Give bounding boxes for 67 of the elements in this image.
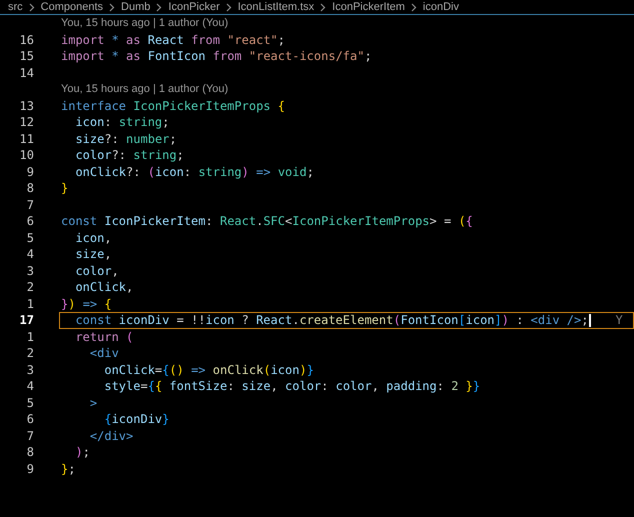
line-number: 4 [26,247,34,262]
code-line: size?: number; [74,132,177,146]
line-number: 7 [26,428,34,443]
code-line: size, [74,247,112,262]
line-number: 9 [26,164,34,179]
line-number: 9 [26,462,34,476]
line-number: 5 [26,396,34,410]
code-line: }) => { [61,296,112,311]
breadcrumb-item[interactable]: IconPicker [168,1,220,13]
line-number: 16 [18,32,34,47]
line-number: 5 [26,230,34,245]
line-number: 3 [26,362,34,377]
code-line: interface IconPickerItemProps { [61,98,285,113]
chevron-icon [156,2,162,12]
code-line: icon: string; [74,115,170,130]
code-line: ); [74,445,90,460]
code-line: onClick, [74,280,134,294]
chevron-icon [109,2,116,12]
code-line: > [88,396,98,410]
line-number: 1 [26,330,34,344]
code-line: color, [74,264,119,278]
breadcrumb-item[interactable]: Dumb [121,1,150,13]
line-number: 7 [26,198,34,212]
chevron-icon [320,2,326,12]
line-number: 8 [26,445,34,460]
line-number: 13 [18,98,34,113]
breadcrumb-item[interactable]: IconPickerItem [332,1,405,13]
line-number: 1 [26,296,34,311]
line-number: 12 [18,115,34,130]
breadcrumb-item[interactable]: iconDiv [422,1,459,13]
code-line: const IconPickerItem: React.SFC<IconPickerItemProps> = ({ [61,214,473,228]
code-line: }; [61,462,76,476]
line-number: 8 [26,181,34,196]
code-line: {iconDiv} [103,412,170,426]
chevron-icon [410,2,417,12]
breadcrumb-item[interactable]: Components [40,1,104,13]
line-number: 2 [26,280,34,294]
text-cursor [589,314,592,327]
blame-annotation[interactable]: You, 15 hours ago | 1 author (You) [59,17,228,30]
line-number: 17 [18,313,34,328]
line-number: 4 [26,379,34,394]
code-line: onClick?: (icon: string) => void; [74,164,314,179]
code-line: <div [88,346,119,360]
code-line: const iconDiv = !!icon ? React.createElement(FontIcon[icon]) : <div />; [74,313,588,328]
breadcrumb-item[interactable]: src [8,1,23,13]
code-line: onClick={() => onClick(icon)} [103,362,314,377]
code-line: color?: string; [74,148,184,162]
breadcrumb-item[interactable]: IconListItem.tsx [238,1,314,13]
code-line: import * as FontIcon from "react-icons/fa"; [61,49,372,64]
code-line: icon, [74,230,112,245]
inline-blame: Y [615,313,623,328]
line-number: 6 [26,412,34,426]
line-number: 2 [26,346,34,360]
line-number: 3 [26,264,34,278]
blame-annotation[interactable]: You, 15 hours ago | 1 author (You) [59,83,228,96]
line-number: 6 [26,214,34,228]
code-line: </div> [88,428,134,443]
code-line: style={{ fontSize: size, color: color, padding: 2 }} [103,379,480,394]
code-line: import * as React from "react"; [61,32,286,47]
chevron-icon [28,2,35,12]
code-line: return ( [74,330,134,344]
line-number: 11 [18,132,34,146]
line-number: 10 [18,148,34,162]
chevron-icon [226,2,232,12]
line-number: 14 [18,66,34,80]
line-number: 15 [18,49,34,64]
code-line: } [61,181,68,196]
